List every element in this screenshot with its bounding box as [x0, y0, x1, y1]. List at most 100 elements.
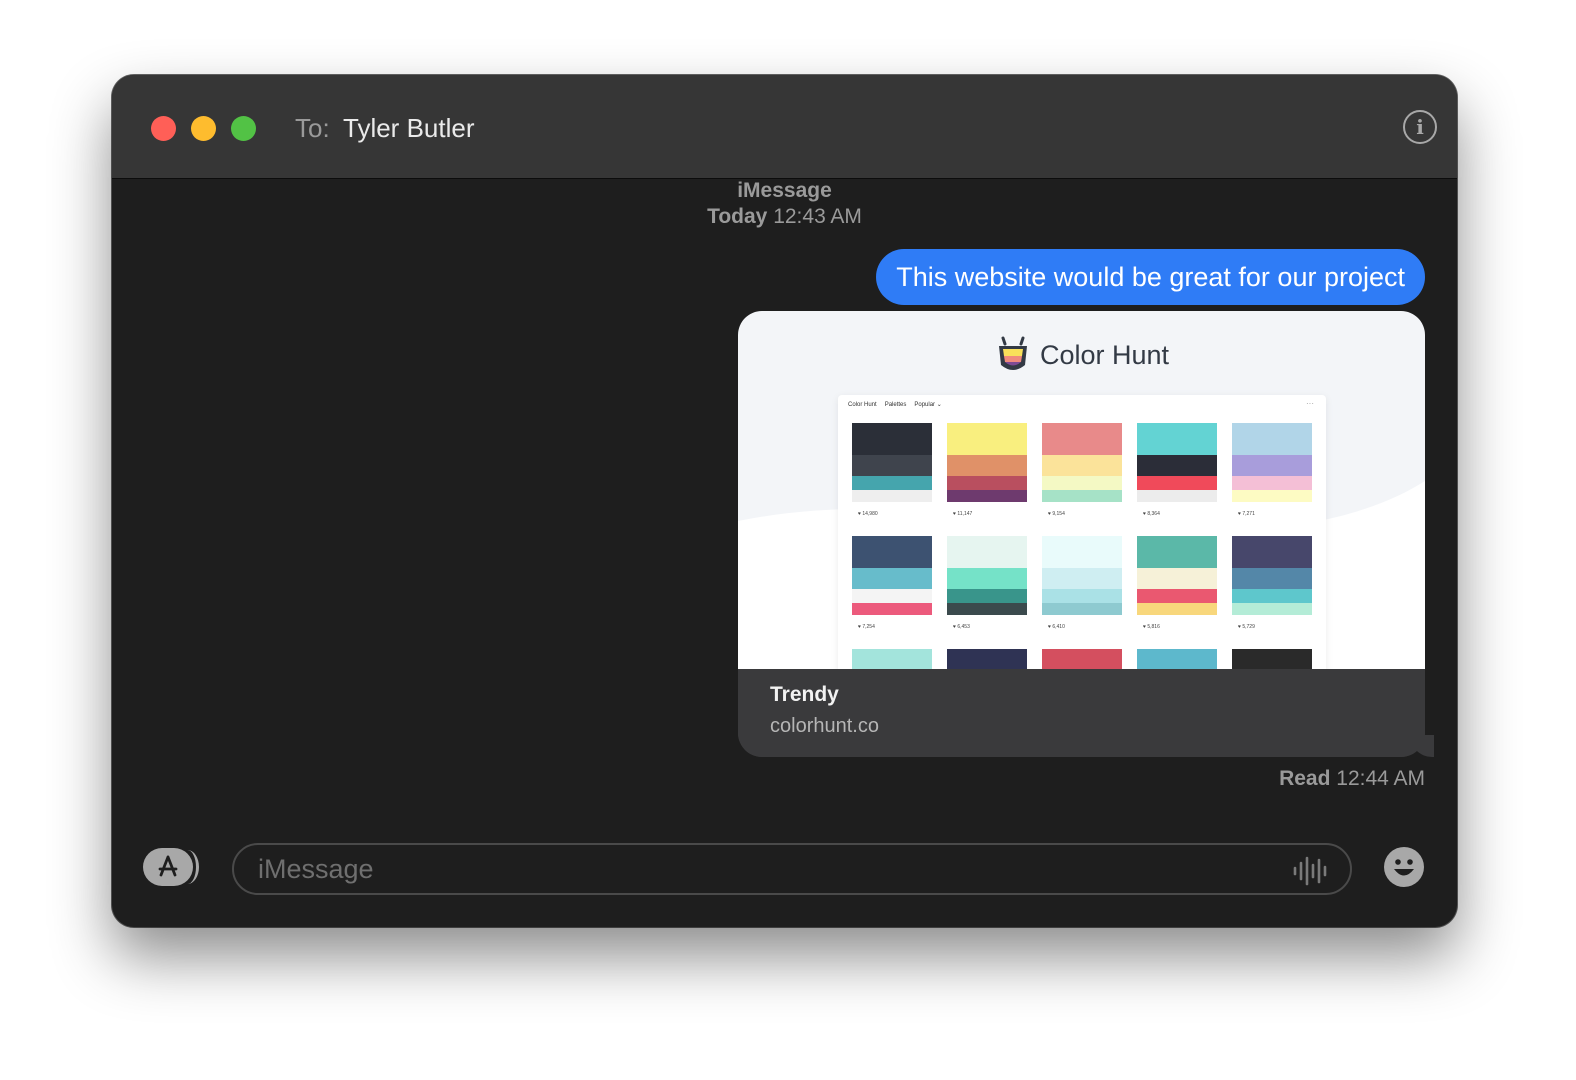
read-receipt: Read 12:44 AM: [1279, 767, 1425, 791]
palette-card: ♥ 8,364: [1137, 423, 1217, 526]
message-input[interactable]: [234, 845, 1350, 893]
palette-swatch: [1232, 455, 1312, 476]
palette-likes: ♥ 9,154: [1048, 511, 1065, 517]
link-preview-card[interactable]: Color Hunt Color Hunt Palettes Popular ⌄…: [738, 311, 1425, 757]
palette-swatch: [1042, 455, 1122, 476]
palette-swatch: [1042, 603, 1122, 615]
palette-swatch: [1042, 589, 1122, 603]
palette-swatch: [947, 476, 1027, 490]
palette-swatch: [947, 568, 1027, 589]
palette-likes: ♥ 8,364: [1143, 511, 1160, 517]
palette-swatch: [852, 536, 932, 568]
palette-likes: ♥ 5,816: [1143, 624, 1160, 630]
palette-swatch: [1137, 536, 1217, 568]
zoom-button[interactable]: [231, 116, 256, 141]
palette-card: ♥ 6,453: [947, 536, 1027, 639]
timestamp-day: Today: [707, 205, 768, 228]
palette-card: ♥ 11,147: [947, 423, 1027, 526]
link-preview-url: colorhunt.co: [770, 715, 879, 737]
palette-card: ♥ 5,729: [1232, 536, 1312, 639]
palette-swatch: [1137, 455, 1217, 476]
palette-swatch: [1137, 649, 1217, 669]
color-hunt-wordmark: Color Hunt: [1039, 339, 1170, 370]
palette-swatch: [947, 649, 1027, 669]
minimize-button[interactable]: [191, 116, 216, 141]
palette-swatch: [1042, 649, 1122, 669]
palette-swatch: [1042, 490, 1122, 502]
recipient-name[interactable]: Tyler Butler: [343, 113, 475, 144]
palette-swatch: [852, 589, 932, 603]
palette-swatch: [1042, 536, 1122, 568]
palette-card: [1137, 649, 1217, 669]
palette-swatch: [947, 536, 1027, 568]
mini-nav: Color Hunt Palettes Popular ⌄: [848, 401, 942, 409]
mini-nav-palettes: Palettes: [884, 401, 907, 408]
palette-card: ♥ 5,816: [1137, 536, 1217, 639]
palette-swatch: [1232, 649, 1312, 669]
palette-card: [1042, 649, 1122, 669]
info-icon[interactable]: i: [1403, 110, 1437, 144]
palette-swatch: [1042, 568, 1122, 589]
mini-nav-popular: Popular ⌄: [914, 402, 942, 408]
app-store-icon[interactable]: [143, 848, 199, 886]
title-bar: To: Tyler Butler i: [112, 75, 1457, 179]
palette-swatch: [852, 490, 932, 502]
mini-nav-logo: Color Hunt: [848, 401, 877, 408]
palette-likes: ♥ 11,147: [953, 511, 973, 517]
palette-swatch: [852, 476, 932, 490]
palette-swatch: [852, 603, 932, 615]
emoji-icon[interactable]: [1384, 847, 1424, 887]
service-label: iMessage: [737, 179, 832, 202]
palette-swatch: [852, 423, 932, 455]
palette-swatch: [1137, 568, 1217, 589]
palette-swatch: [1137, 490, 1217, 502]
palette-swatch: [947, 603, 1027, 615]
message-input-container: [232, 843, 1352, 895]
conversation-timestamp: Today 12:43 AM: [112, 205, 1457, 229]
palette-swatch: [852, 568, 932, 589]
palette-swatch: [947, 423, 1027, 455]
link-preview-title: Trendy: [770, 683, 839, 706]
preview-screenshot: Color Hunt Palettes Popular ⌄ ··· ♥ 14,9…: [838, 395, 1326, 669]
color-hunt-logo: Color Hunt: [738, 335, 1425, 375]
palette-swatch: [1137, 589, 1217, 603]
palette-swatch: [852, 649, 932, 669]
palette-likes: ♥ 5,729: [1238, 624, 1255, 630]
palette-card: ♥ 7,271: [1232, 423, 1312, 526]
color-hunt-logo-icon: [998, 336, 1027, 370]
palette-card: [947, 649, 1027, 669]
palette-card: ♥ 9,154: [1042, 423, 1122, 526]
palette-card: ♥ 14,980: [852, 423, 932, 526]
close-button[interactable]: [151, 116, 176, 141]
palette-card: ♥ 7,254: [852, 536, 932, 639]
palette-swatch: [1232, 589, 1312, 603]
palette-swatch: [1232, 603, 1312, 615]
palette-swatch: [1137, 603, 1217, 615]
read-time: 12:44 AM: [1336, 767, 1425, 790]
palette-swatch: [1232, 536, 1312, 568]
read-label: Read: [1279, 767, 1331, 790]
link-preview-footer: Trendy colorhunt.co: [738, 669, 1425, 757]
to-label: To:: [295, 113, 330, 143]
palette-swatch: [1137, 423, 1217, 455]
palette-swatch: [1137, 476, 1217, 490]
palette-swatch: [1232, 476, 1312, 490]
palette-likes: ♥ 6,410: [1048, 624, 1065, 630]
palette-likes: ♥ 7,271: [1238, 511, 1255, 517]
palette-swatch: [1232, 423, 1312, 455]
palette-swatch: [1042, 476, 1122, 490]
mini-more-icon: ···: [1306, 399, 1314, 408]
sent-message-bubble[interactable]: This website would be great for our proj…: [876, 249, 1425, 305]
app-store-glyph: [158, 855, 178, 877]
palette-likes: ♥ 7,254: [858, 624, 875, 630]
link-preview-image: Color Hunt Color Hunt Palettes Popular ⌄…: [738, 311, 1425, 669]
palette-likes: ♥ 6,453: [953, 624, 970, 630]
palette-swatch: [852, 455, 932, 476]
palette-swatch: [947, 490, 1027, 502]
palette-card: [1232, 649, 1312, 669]
emoji-face: [1394, 859, 1414, 876]
palette-swatch: [947, 589, 1027, 603]
audio-waveform-icon[interactable]: [1292, 855, 1328, 887]
timestamp-time: 12:43 AM: [773, 205, 862, 228]
palette-card: ♥ 6,410: [1042, 536, 1122, 639]
